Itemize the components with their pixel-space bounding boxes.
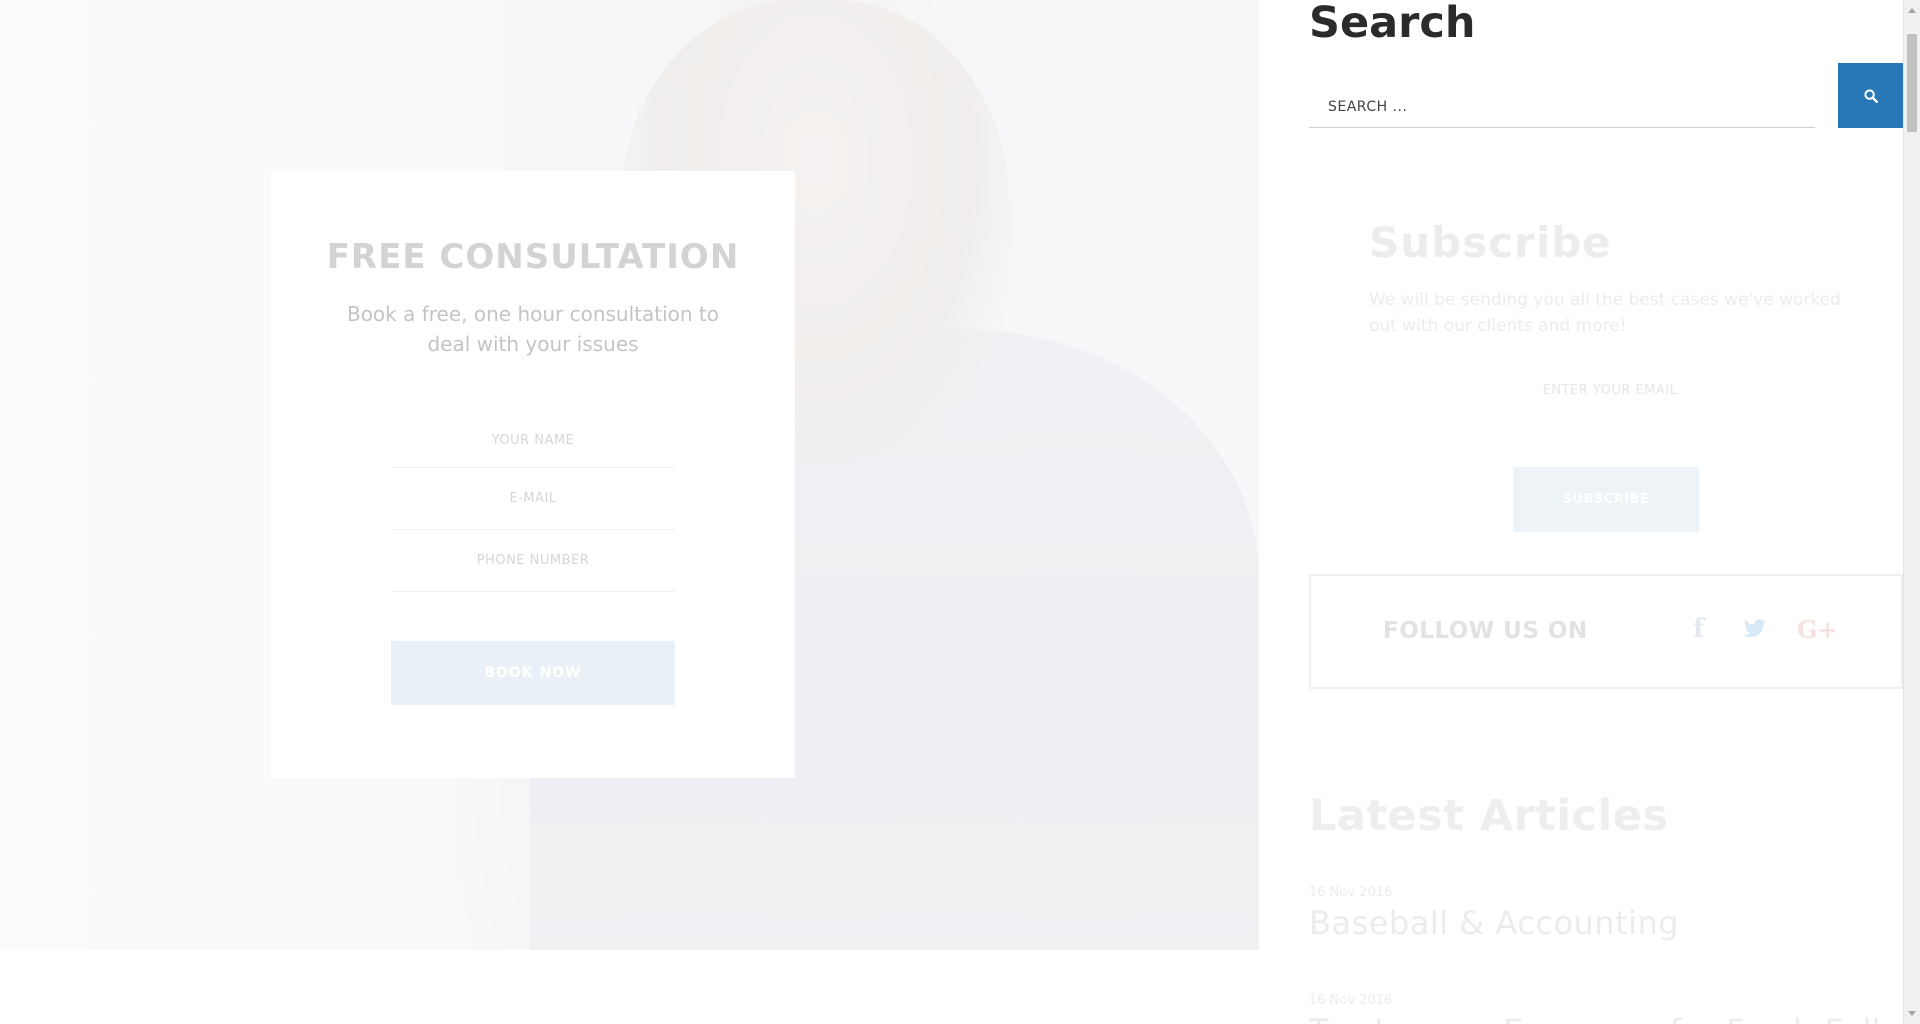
subscribe-email-field[interactable]: ENTER YOUR EMAIL <box>1429 383 1791 398</box>
hero-section: FREE CONSULTATION Book a free, one hour … <box>0 0 1259 950</box>
page: FREE CONSULTATION Book a free, one hour … <box>0 0 1920 1024</box>
article-date: 16 Nov 2016 <box>1309 993 1393 1008</box>
subscribe-button[interactable]: SUBSCRIBE <box>1513 467 1699 532</box>
consultation-subtitle: Book a free, one hour consultation to de… <box>346 302 720 356</box>
consultation-card: FREE CONSULTATION Book a free, one hour … <box>271 171 795 778</box>
search-button[interactable] <box>1838 63 1903 128</box>
phone-field[interactable]: PHONE NUMBER <box>391 530 675 592</box>
scroll-up-arrow-icon[interactable] <box>1908 8 1916 13</box>
twitter-icon[interactable] <box>1743 614 1767 644</box>
sidebar: Search Subscribe We will be sending you … <box>1309 0 1908 1024</box>
article-date: 16 Nov 2016 <box>1309 885 1393 900</box>
article-title-link[interactable]: Baseball & Accounting <box>1309 904 1679 942</box>
follow-us-label: FOLLOW US ON <box>1383 618 1588 644</box>
search-icon <box>1863 88 1878 103</box>
email-field[interactable]: E-MAIL <box>391 468 675 530</box>
subscribe-title: Subscribe <box>1369 218 1612 267</box>
name-field[interactable]: YOUR NAME <box>391 413 675 468</box>
scrollbar-thumb[interactable] <box>1907 34 1917 132</box>
book-now-button[interactable]: BOOK NOW <box>391 641 675 705</box>
consultation-form: YOUR NAME E-MAIL PHONE NUMBER <box>391 413 675 592</box>
search-title: Search <box>1309 0 1476 48</box>
consultation-title: FREE CONSULTATION <box>326 237 740 277</box>
search-input[interactable] <box>1309 86 1815 128</box>
latest-articles-title: Latest Articles <box>1309 791 1669 841</box>
facebook-icon[interactable]: f <box>1693 614 1704 644</box>
google-plus-icon[interactable]: G+ <box>1797 614 1838 644</box>
article-title-link[interactable]: Tax Lawyer Expenses for Fresh Folks <box>1309 1012 1908 1024</box>
subscribe-description: We will be sending you all the best case… <box>1369 290 1841 336</box>
follow-us-box: FOLLOW US ON f G+ <box>1309 574 1903 689</box>
scroll-down-arrow-icon[interactable] <box>1908 1011 1916 1016</box>
page-scrollbar[interactable] <box>1903 0 1920 1024</box>
